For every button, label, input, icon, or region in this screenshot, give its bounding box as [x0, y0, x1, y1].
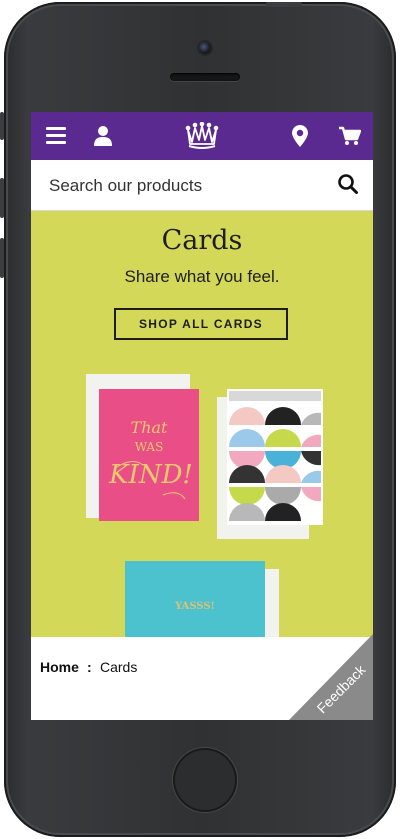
top-nav-bar	[31, 112, 373, 160]
search-icon[interactable]	[337, 173, 361, 197]
pink-greeting-card-image: That WAS KIND!	[86, 374, 199, 521]
home-button[interactable]	[173, 748, 237, 812]
store-locator-icon[interactable]	[290, 112, 310, 160]
phone-screen: Cards Share what you feel. SHOP ALL CARD…	[31, 112, 373, 720]
page-title: Cards	[161, 225, 243, 256]
crown-logo-icon[interactable]	[183, 112, 221, 160]
volume-down-button	[0, 238, 4, 278]
card-left-text: That	[131, 418, 169, 437]
teal-greeting-card-image: YASSS!	[125, 561, 279, 637]
mute-switch	[0, 112, 4, 140]
breadcrumb-current: Cards	[100, 659, 138, 675]
cart-icon[interactable]	[338, 112, 362, 160]
feedback-tab[interactable]: Feedback	[289, 634, 373, 720]
card-bottom-text: YASSS!	[174, 601, 215, 612]
search-bar	[31, 160, 373, 211]
breadcrumb-separator: :	[87, 659, 92, 675]
hero-subtitle: Share what you feel.	[124, 267, 280, 286]
earpiece-speaker	[170, 73, 240, 81]
hero-banner: Cards Share what you feel. SHOP ALL CARD…	[31, 211, 373, 637]
front-camera	[199, 42, 211, 54]
breadcrumb-home-link[interactable]: Home	[40, 659, 79, 675]
power-button	[266, 2, 302, 7]
account-icon[interactable]	[92, 112, 114, 160]
geometric-greeting-card-image	[217, 389, 323, 539]
volume-up-button	[0, 178, 4, 218]
menu-icon[interactable]	[43, 112, 69, 160]
search-input[interactable]	[47, 172, 331, 200]
svg-text:WAS: WAS	[135, 440, 164, 454]
shop-all-cards-button[interactable]: SHOP ALL CARDS	[114, 308, 288, 340]
